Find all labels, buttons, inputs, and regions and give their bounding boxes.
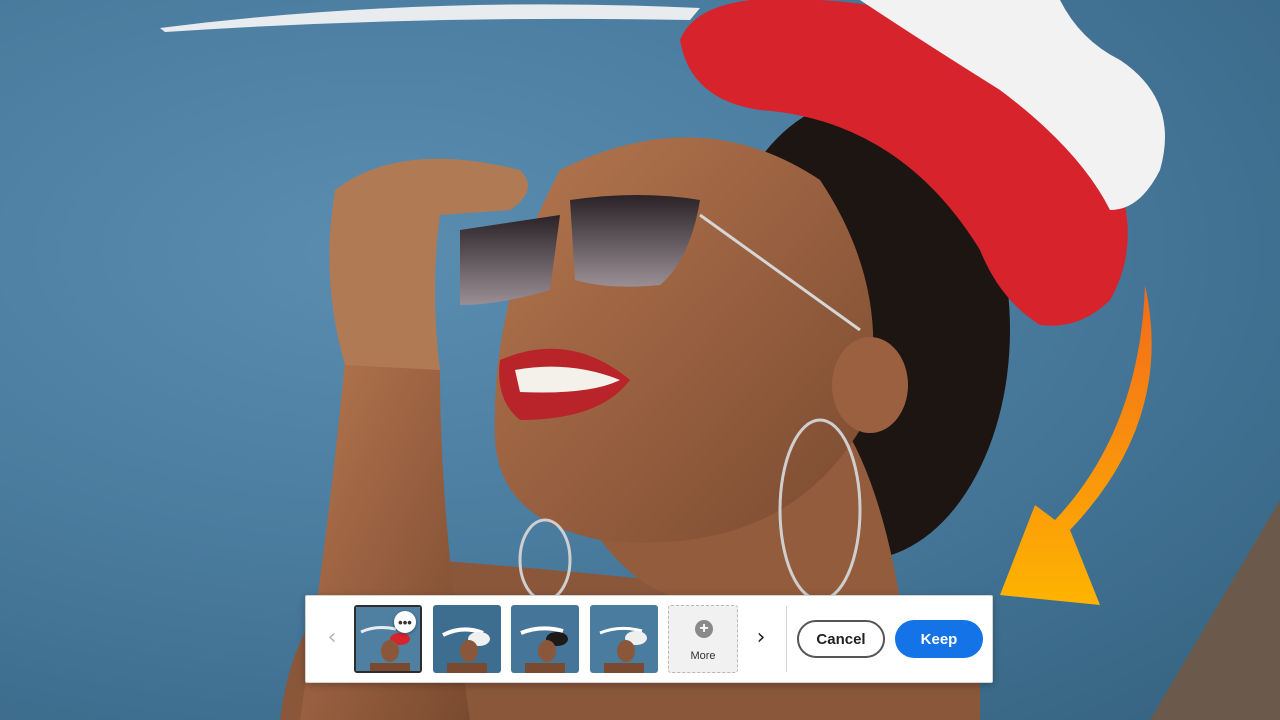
variation-thumbnail-1[interactable]: ••• bbox=[354, 605, 422, 673]
thumbnail-image bbox=[433, 605, 501, 673]
previous-button[interactable]: ‹ bbox=[316, 622, 348, 654]
thumbnail-image bbox=[511, 605, 579, 673]
streamer bbox=[160, 4, 700, 32]
next-button[interactable]: › bbox=[745, 622, 777, 654]
more-variations-button[interactable]: + More bbox=[668, 605, 738, 673]
background-building bbox=[1150, 500, 1280, 720]
thumbnail-image bbox=[590, 605, 658, 673]
variations-toolbar: ‹ ••• + More › Cancel Keep bbox=[305, 595, 993, 683]
plus-icon: + bbox=[695, 620, 713, 638]
cancel-button[interactable]: Cancel bbox=[797, 620, 885, 658]
more-label: More bbox=[690, 650, 716, 662]
ear bbox=[832, 337, 908, 433]
variation-thumbnail-4[interactable] bbox=[590, 605, 658, 673]
toolbar-divider bbox=[786, 606, 787, 672]
variation-thumbnail-3[interactable] bbox=[511, 605, 579, 673]
orange-arrow-icon bbox=[1000, 285, 1152, 605]
variation-thumbnail-2[interactable] bbox=[433, 605, 501, 673]
keep-button[interactable]: Keep bbox=[895, 620, 983, 658]
more-options-icon[interactable]: ••• bbox=[394, 611, 416, 633]
